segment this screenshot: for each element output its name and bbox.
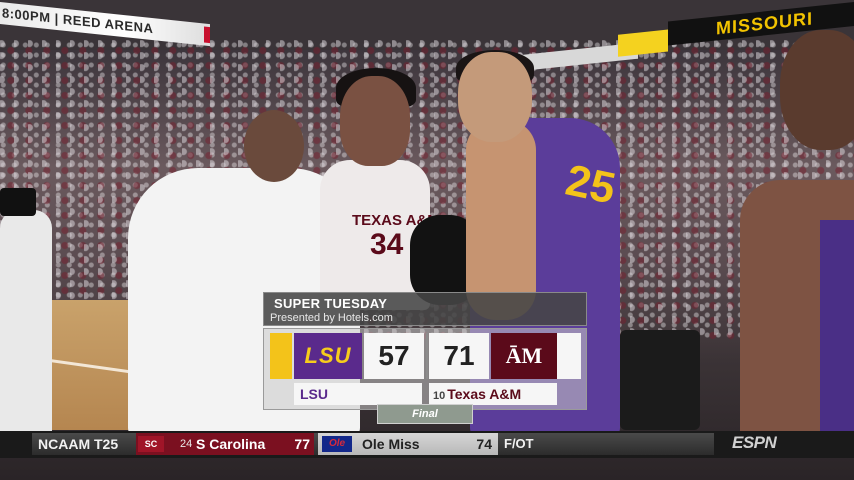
jersey-number-text: 34 bbox=[370, 228, 404, 261]
home-team-score: 71 bbox=[429, 333, 489, 379]
home-team-rank: 10 bbox=[433, 390, 446, 402]
cameraman bbox=[0, 210, 52, 440]
away-team-name: LSU bbox=[294, 383, 422, 405]
score-ticker: NCAAM T25 SC 24 S Carolina 77 Ole Ole Mi… bbox=[0, 431, 854, 458]
ticker-game-1-rank: 24 bbox=[180, 438, 193, 450]
network-logo: ESPN bbox=[732, 433, 777, 452]
coach-head bbox=[244, 110, 304, 182]
ticker-game-1-score: 77 bbox=[294, 436, 310, 452]
ticker-game-1-logo: SC bbox=[138, 436, 164, 452]
home-team-logo: ĀM bbox=[491, 333, 557, 379]
scoreboard-subtitle: Presented by Hotels.com bbox=[270, 312, 393, 324]
home-team-name-box: 10 Texas A&M bbox=[429, 383, 557, 405]
scoreboard-header: SUPER TUESDAY Presented by Hotels.com bbox=[263, 292, 587, 326]
home-team-stripe bbox=[557, 333, 581, 379]
courtside-chair bbox=[620, 330, 700, 430]
scoreboard-main: LSU 57 71 ĀM LSU 10 Texas A&M bbox=[263, 328, 587, 410]
ribbon-tag bbox=[204, 26, 210, 44]
ticker-game-2-logo: Ole bbox=[322, 436, 352, 452]
away-team-stripe bbox=[270, 333, 292, 379]
ticker-game-2-team: Ole Miss bbox=[362, 436, 420, 452]
scoreboard: SUPER TUESDAY Presented by Hotels.com LS… bbox=[263, 292, 587, 430]
away-team-logo: LSU bbox=[294, 333, 362, 379]
home-team-logo-text: ĀM bbox=[505, 343, 543, 368]
score-divider bbox=[426, 333, 428, 379]
scoreboard-title: SUPER TUESDAY bbox=[274, 296, 388, 311]
right-player-purple bbox=[820, 220, 854, 440]
lsu-player-arm bbox=[466, 120, 536, 320]
ticker-game-2: Ole Ole Miss 74 bbox=[318, 433, 498, 455]
right-player-head bbox=[780, 30, 854, 150]
lsu-player-head bbox=[458, 52, 532, 142]
away-team-logo-text: LSU bbox=[304, 343, 352, 368]
ticker-league: NCAAM T25 bbox=[38, 436, 119, 452]
away-team-score: 57 bbox=[364, 333, 424, 379]
game-status-badge: Final bbox=[377, 404, 473, 424]
home-team-name: Texas A&M bbox=[447, 386, 522, 402]
camera-icon bbox=[0, 188, 36, 216]
player-34-head bbox=[340, 76, 410, 166]
ticker-game-2-score: 74 bbox=[476, 436, 492, 452]
ticker-game-status: F/OT bbox=[504, 436, 534, 451]
lsu-jersey-number: 25 bbox=[561, 155, 620, 214]
ticker-game-1-team: S Carolina bbox=[196, 436, 266, 452]
ticker-game-1: SC 24 S Carolina 77 bbox=[136, 433, 314, 455]
